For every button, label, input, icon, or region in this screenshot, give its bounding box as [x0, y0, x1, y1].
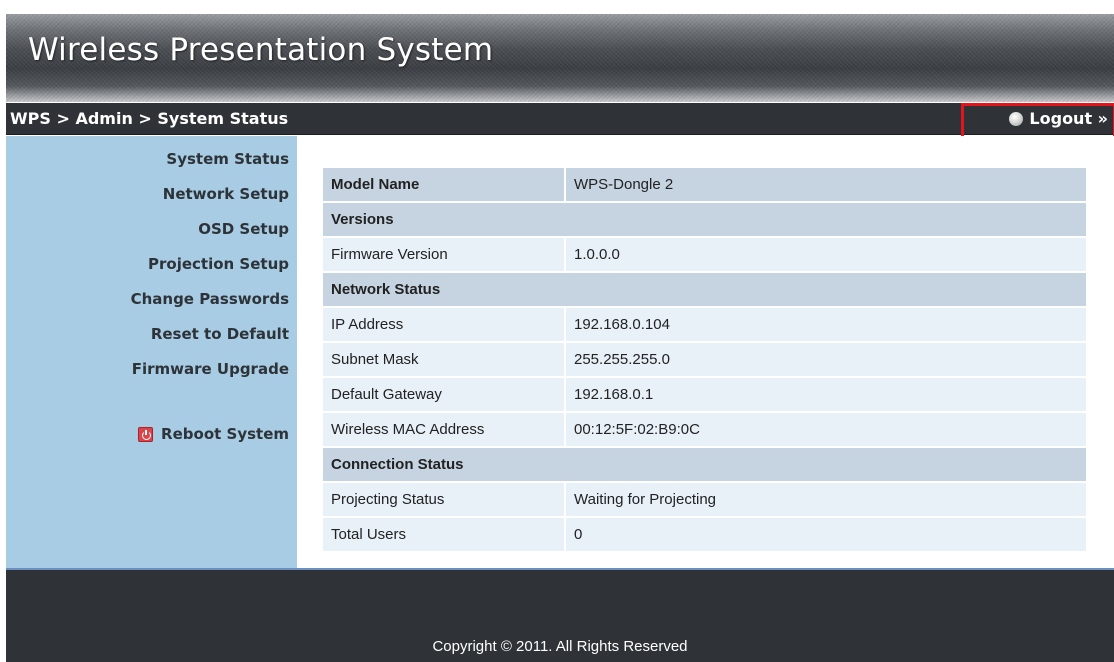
table-row-ip-address: IP Address 192.168.0.104	[323, 308, 1086, 341]
model-name-value: WPS-Dongle 2	[566, 168, 1086, 201]
logout-button[interactable]: Logout »	[1009, 109, 1108, 128]
sidebar-item-system-status[interactable]: System Status	[166, 150, 289, 168]
table-row-subnet-mask: Subnet Mask 255.255.255.0	[323, 343, 1086, 376]
system-status-table: Model Name WPS-Dongle 2 Versions Firmwar…	[323, 166, 1086, 553]
table-row-model-name: Model Name WPS-Dongle 2	[323, 168, 1086, 201]
footer: Copyright © 2011. All Rights Reserved	[6, 568, 1114, 662]
breadcrumb-bar: WPS > Admin > System Status Logout »	[6, 103, 1114, 135]
total-users-label: Total Users	[323, 518, 566, 551]
main-panel: Model Name WPS-Dongle 2 Versions Firmwar…	[297, 136, 1114, 568]
ip-address-label: IP Address	[323, 308, 566, 341]
sidebar-item-projection-setup[interactable]: Projection Setup	[148, 255, 289, 273]
reboot-system-button[interactable]: Reboot System	[138, 425, 289, 443]
firmware-version-label: Firmware Version	[323, 238, 566, 271]
default-gateway-value: 192.168.0.1	[566, 378, 1086, 411]
versions-header: Versions	[323, 203, 1086, 236]
sidebar-item-reset-to-default[interactable]: Reset to Default	[151, 325, 289, 343]
table-row-wireless-mac: Wireless MAC Address 00:12:5F:02:B9:0C	[323, 413, 1086, 446]
sidebar-item-firmware-upgrade[interactable]: Firmware Upgrade	[132, 360, 289, 378]
projecting-status-label: Projecting Status	[323, 483, 566, 516]
network-status-header: Network Status	[323, 273, 1086, 306]
breadcrumb: WPS > Admin > System Status	[10, 109, 289, 128]
sidebar-item-osd-setup[interactable]: OSD Setup	[198, 220, 289, 238]
reboot-label: Reboot System	[161, 425, 289, 443]
section-header-connection-status: Connection Status	[323, 448, 1086, 481]
logout-bullet-icon	[1009, 111, 1024, 126]
sidebar-item-change-passwords[interactable]: Change Passwords	[131, 290, 289, 308]
logout-label: Logout »	[1029, 109, 1108, 128]
section-header-network-status: Network Status	[323, 273, 1086, 306]
total-users-value: 0	[566, 518, 1086, 551]
section-header-versions: Versions	[323, 203, 1086, 236]
ip-address-value: 192.168.0.104	[566, 308, 1086, 341]
subnet-mask-label: Subnet Mask	[323, 343, 566, 376]
table-row-total-users: Total Users 0	[323, 518, 1086, 551]
wireless-mac-value: 00:12:5F:02:B9:0C	[566, 413, 1086, 446]
table-row-default-gateway: Default Gateway 192.168.0.1	[323, 378, 1086, 411]
firmware-version-value: 1.0.0.0	[566, 238, 1086, 271]
sidebar-item-network-setup[interactable]: Network Setup	[163, 185, 289, 203]
subnet-mask-value: 255.255.255.0	[566, 343, 1086, 376]
copyright-text: Copyright © 2011. All Rights Reserved	[432, 638, 688, 655]
sidebar: System Status Network Setup OSD Setup Pr…	[6, 136, 297, 568]
default-gateway-label: Default Gateway	[323, 378, 566, 411]
app-title: Wireless Presentation System	[28, 32, 494, 68]
wireless-mac-label: Wireless MAC Address	[323, 413, 566, 446]
page-frame: Wireless Presentation System WPS > Admin…	[6, 14, 1114, 662]
connection-status-header: Connection Status	[323, 448, 1086, 481]
table-row-projecting-status: Projecting Status Waiting for Projecting	[323, 483, 1086, 516]
header-banner: Wireless Presentation System	[6, 14, 1114, 102]
power-icon	[138, 426, 154, 442]
model-name-label: Model Name	[323, 168, 566, 201]
table-row-firmware-version: Firmware Version 1.0.0.0	[323, 238, 1086, 271]
projecting-status-value: Waiting for Projecting	[566, 483, 1086, 516]
